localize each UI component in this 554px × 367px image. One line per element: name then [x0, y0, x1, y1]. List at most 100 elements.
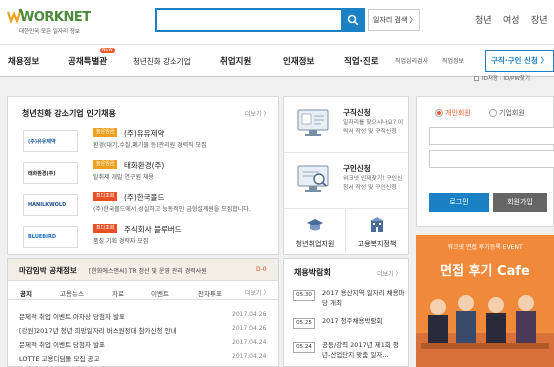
nav-job-info[interactable]: 직업정보	[442, 56, 464, 65]
nav-career[interactable]: 직업·진로	[344, 55, 379, 67]
join-button[interactable]: 회원가입	[493, 193, 547, 212]
fair-item[interactable]: 05.25 2017 청주채용박람회	[293, 317, 405, 337]
notice-item[interactable]: LOTTE 고용디딤돌 모집 공고	[19, 353, 99, 363]
job-desc: 환경(대기,수질,폐기물 등)관리원 경력직 모집	[93, 142, 207, 149]
welfare-policy-link[interactable]: 고용복지정책	[346, 209, 408, 255]
badge: 높은임금	[93, 160, 118, 169]
notice-tabs: 공지 고용뉴스 자료 이벤트 전자투표 더보기 〉	[8, 286, 278, 300]
header: WORKNET 대한민국 모든 일자리 정보 일자리 검색 〉 청년 여성 장년	[0, 0, 554, 44]
fair-name: 2017 청주채용박람회	[322, 317, 383, 325]
fair-name: 2017 용산지역 일자리 채용마당 개최	[322, 289, 405, 307]
company-logo: (주)유유제약	[23, 130, 78, 152]
company-logo: 태화환경(주)	[23, 162, 78, 184]
notice-item[interactable]: 문제적 취업 이벤트 당첨자 발표	[19, 339, 105, 349]
notice-date: 2017.04.26	[232, 325, 267, 332]
fair-date: 05.30	[293, 290, 315, 301]
more-link[interactable]: 더보기 〉	[245, 288, 269, 297]
fair-name: 공동/강력 2017년 제1회 청년-산업단지 맞춤 일자...	[322, 341, 399, 359]
notice-item[interactable]: [강원]2017년 청년 희망일자리 버스원정대 참가신청 안내	[19, 325, 177, 335]
nav-public-recruit[interactable]: 공채특별관	[68, 55, 107, 67]
tab-news[interactable]: 고용뉴스	[60, 288, 84, 298]
job-item[interactable]: (주)유유제약 높은임금 (주)유유제약 환경(대기,수질,폐기물 등)관리원 …	[16, 128, 278, 154]
password-field[interactable]	[429, 150, 554, 168]
fair-item[interactable]: 05.30 2017 용산지역 일자리 채용마당 개최	[293, 289, 405, 309]
banner-subtitle: 워크넷 면접 후기등록 EVENT	[447, 244, 523, 251]
deadline-title: 마감임박 공채정보	[19, 266, 77, 275]
company-label[interactable]: 기업회원	[499, 108, 525, 118]
tab-data[interactable]: 자료	[112, 288, 124, 298]
job-seeker-apply[interactable]: 구직신청 일자리를 찾으시나요? 이력서 작성 및 구직신청	[284, 97, 408, 153]
login-button[interactable]: 로그인	[429, 193, 489, 212]
apply-desc: 워크넷 인재찾기! 구인신청서 작성 및 구인신청	[343, 176, 403, 191]
recruiter-apply[interactable]: 구인신청 워크넷 인재찾기! 구인신청서 작성 및 구인신청	[284, 153, 408, 209]
personal-radio[interactable]	[435, 109, 443, 117]
nav-youth-company[interactable]: 청년친화 강소기업	[133, 56, 191, 67]
nav-psych-test[interactable]: 직업심리검사	[395, 56, 428, 65]
tab-vote[interactable]: 전자투표	[198, 288, 222, 298]
search-icon	[347, 14, 359, 26]
save-id-label[interactable]: ID저장 : ID/PW찾기	[482, 74, 530, 82]
badge: 높은임금	[93, 128, 118, 137]
badge: 최다조회	[93, 192, 118, 201]
nav-jobs[interactable]: 채용정보	[8, 55, 39, 67]
search-box	[155, 8, 365, 32]
job-desc: 품질 기획 경력자 모집	[93, 238, 149, 245]
interview-review-banner[interactable]: 워크넷 면접 후기등록 EVENT 면접 후기 Cafe	[416, 235, 554, 367]
job-item[interactable]: BLUEBIRD 최다조회 주식회사 블루버드 품질 기획 경력자 모집	[16, 224, 278, 250]
job-search-link[interactable]: 일자리 검색 〉	[368, 9, 420, 31]
main-nav: 채용정보 공채특별관 NEW 청년친화 강소기업 취업지원 인재정보 직업·진로…	[0, 44, 554, 77]
graduation-icon	[307, 219, 323, 231]
job-item[interactable]: HANILKWOLD 최다조회 (주)한국몰드 (주)한국몰드에서 성실하고 능…	[16, 192, 278, 218]
nav-talent[interactable]: 인재정보	[283, 55, 314, 67]
job-item[interactable]: 태화환경(주) 높은임금 태화환경(주) 탈취제 개발 연구원 채용	[16, 160, 278, 186]
tab-event[interactable]: 이벤트	[151, 288, 169, 298]
company-logo: BLUEBIRD	[23, 226, 78, 248]
logo[interactable]: WORKNET 대한민국 모든 일자리 정보	[7, 8, 91, 38]
search-button[interactable]	[341, 8, 365, 32]
search-input[interactable]	[160, 13, 338, 29]
personal-label[interactable]: 개인회원	[445, 108, 471, 118]
id-field[interactable]	[429, 127, 554, 145]
fair-item[interactable]: 05.24 공동/강력 2017년 제1회 청년-산업단지 맞춤 일자...	[293, 341, 405, 361]
job-desc: (주)한국몰드에서 성실하고 능동적인 금형설계원을 모집합니다.	[93, 206, 251, 213]
login-box: 개인회원 기업회원 로그인 회원가입	[416, 96, 554, 227]
company-logo: HANILKWOLD	[23, 194, 78, 216]
fair-date: 05.24	[293, 342, 315, 353]
youth-support-link[interactable]: 청년취업지원	[284, 209, 346, 255]
more-link[interactable]: 더보기 〉	[245, 109, 269, 118]
panel-title: 채용박람회	[294, 268, 331, 277]
panel-title: 청년친화 강소기업 인기채용	[22, 109, 116, 118]
search-monitor-icon	[297, 165, 329, 192]
util-senior[interactable]: 장년	[531, 13, 548, 26]
company-name: 태화환경(주)	[124, 161, 165, 170]
banner-title: 면접 후기 Cafe	[440, 264, 530, 279]
notice-date: 2017.04.24	[232, 339, 267, 346]
save-id-checkbox[interactable]	[474, 76, 479, 81]
people-illustration-icon	[416, 295, 554, 367]
notice-date: 2017.04.24	[232, 353, 267, 360]
apply-title: 구인신청	[343, 164, 371, 173]
company-name: (주)유유제약	[124, 129, 165, 138]
building-icon	[370, 217, 384, 232]
company-radio[interactable]	[489, 109, 497, 117]
quick-link-label: 고용복지정책	[357, 240, 397, 248]
tab-notice[interactable]: 공지	[20, 288, 32, 298]
apply-button[interactable]: 구직·구인 신청 〉	[485, 50, 554, 72]
company-name: 주식회사 블루버드	[124, 225, 182, 234]
dday-label: D-0	[256, 266, 267, 273]
apply-title: 구직신청	[343, 108, 371, 117]
notice-panel: 마감임박 공채정보 [한화에스앤씨] TR 정산 및 운영 관리 경력사원 D-…	[7, 258, 279, 367]
job-desc: 탈취제 개발 연구원 채용	[93, 174, 154, 181]
new-badge: NEW	[100, 48, 115, 53]
notice-item[interactable]: 문제적 취업 이벤트 아차상 당첨자 발표	[19, 311, 125, 321]
job-fair-panel: 채용박람회 더보기 〉 05.30 2017 용산지역 일자리 채용마당 개최 …	[283, 258, 409, 367]
more-link[interactable]: 더보기 〉	[377, 269, 401, 278]
apply-desc: 일자리를 찾으시나요? 이력서 작성 및 구직신청	[343, 120, 404, 135]
nav-employment-support[interactable]: 취업지원	[220, 55, 251, 67]
notice-date: 2017.04.26	[232, 311, 267, 318]
util-youth[interactable]: 청년	[475, 13, 492, 26]
deadline-bar: 마감임박 공채정보 [한화에스앤씨] TR 정산 및 운영 관리 경력사원 D-…	[8, 259, 278, 281]
util-women[interactable]: 여성	[503, 13, 520, 26]
deadline-item[interactable]: [한화에스앤씨] TR 정산 및 운영 관리 경력사원	[89, 266, 207, 275]
company-name: (주)한국몰드	[124, 193, 165, 202]
